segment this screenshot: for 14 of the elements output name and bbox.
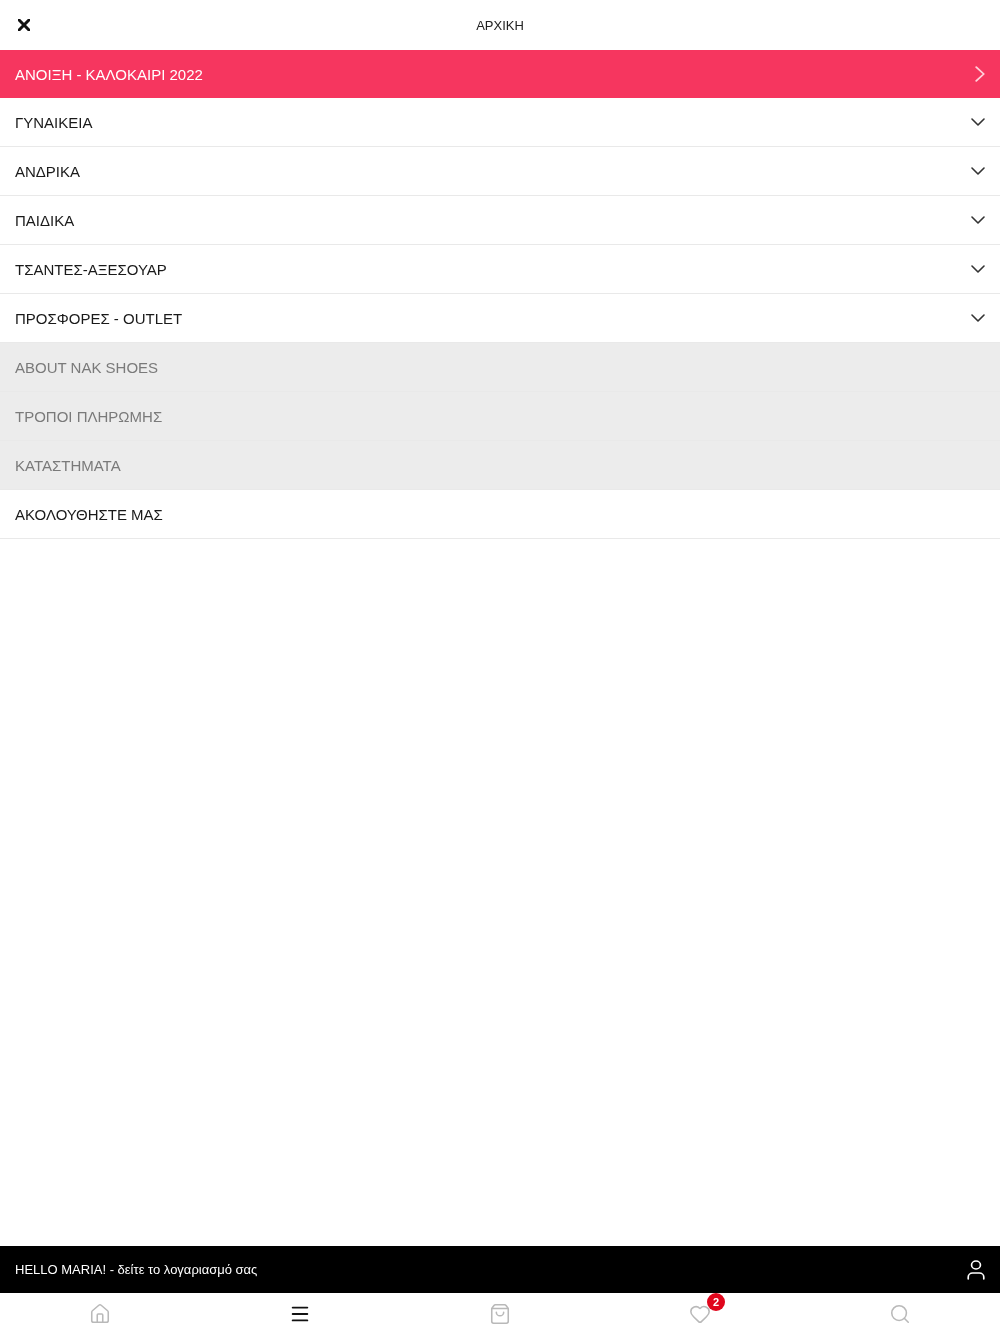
- user-icon: [966, 1259, 986, 1280]
- close-icon: [18, 19, 30, 31]
- account-greeting: HELLO MARIA! - δείτε το λογαριασμό σας: [15, 1262, 258, 1277]
- close-button[interactable]: [15, 16, 33, 34]
- shopping-bag-icon: [489, 1302, 511, 1325]
- featured-menu-item[interactable]: ΑΝΟΙΞΗ - ΚΑΛΟΚΑΙΡΙ 2022: [0, 50, 1000, 98]
- chevron-right-icon: [975, 66, 985, 82]
- menu-item[interactable]: ΤΡΟΠΟΙ ΠΛΗΡΩΜΗΣ: [0, 392, 1000, 441]
- search-icon: [889, 1302, 911, 1325]
- menu-item[interactable]: ΚΑΤΑΣΤΗΜΑΤΑ: [0, 441, 1000, 490]
- account-bar[interactable]: HELLO MARIA! - δείτε το λογαριασμό σας: [0, 1246, 1000, 1293]
- page-title: ΑΡΧΙΚΗ: [475, 17, 525, 33]
- home-icon: [89, 1302, 111, 1325]
- menu-item[interactable]: ABOUT NAK SHOES: [0, 343, 1000, 392]
